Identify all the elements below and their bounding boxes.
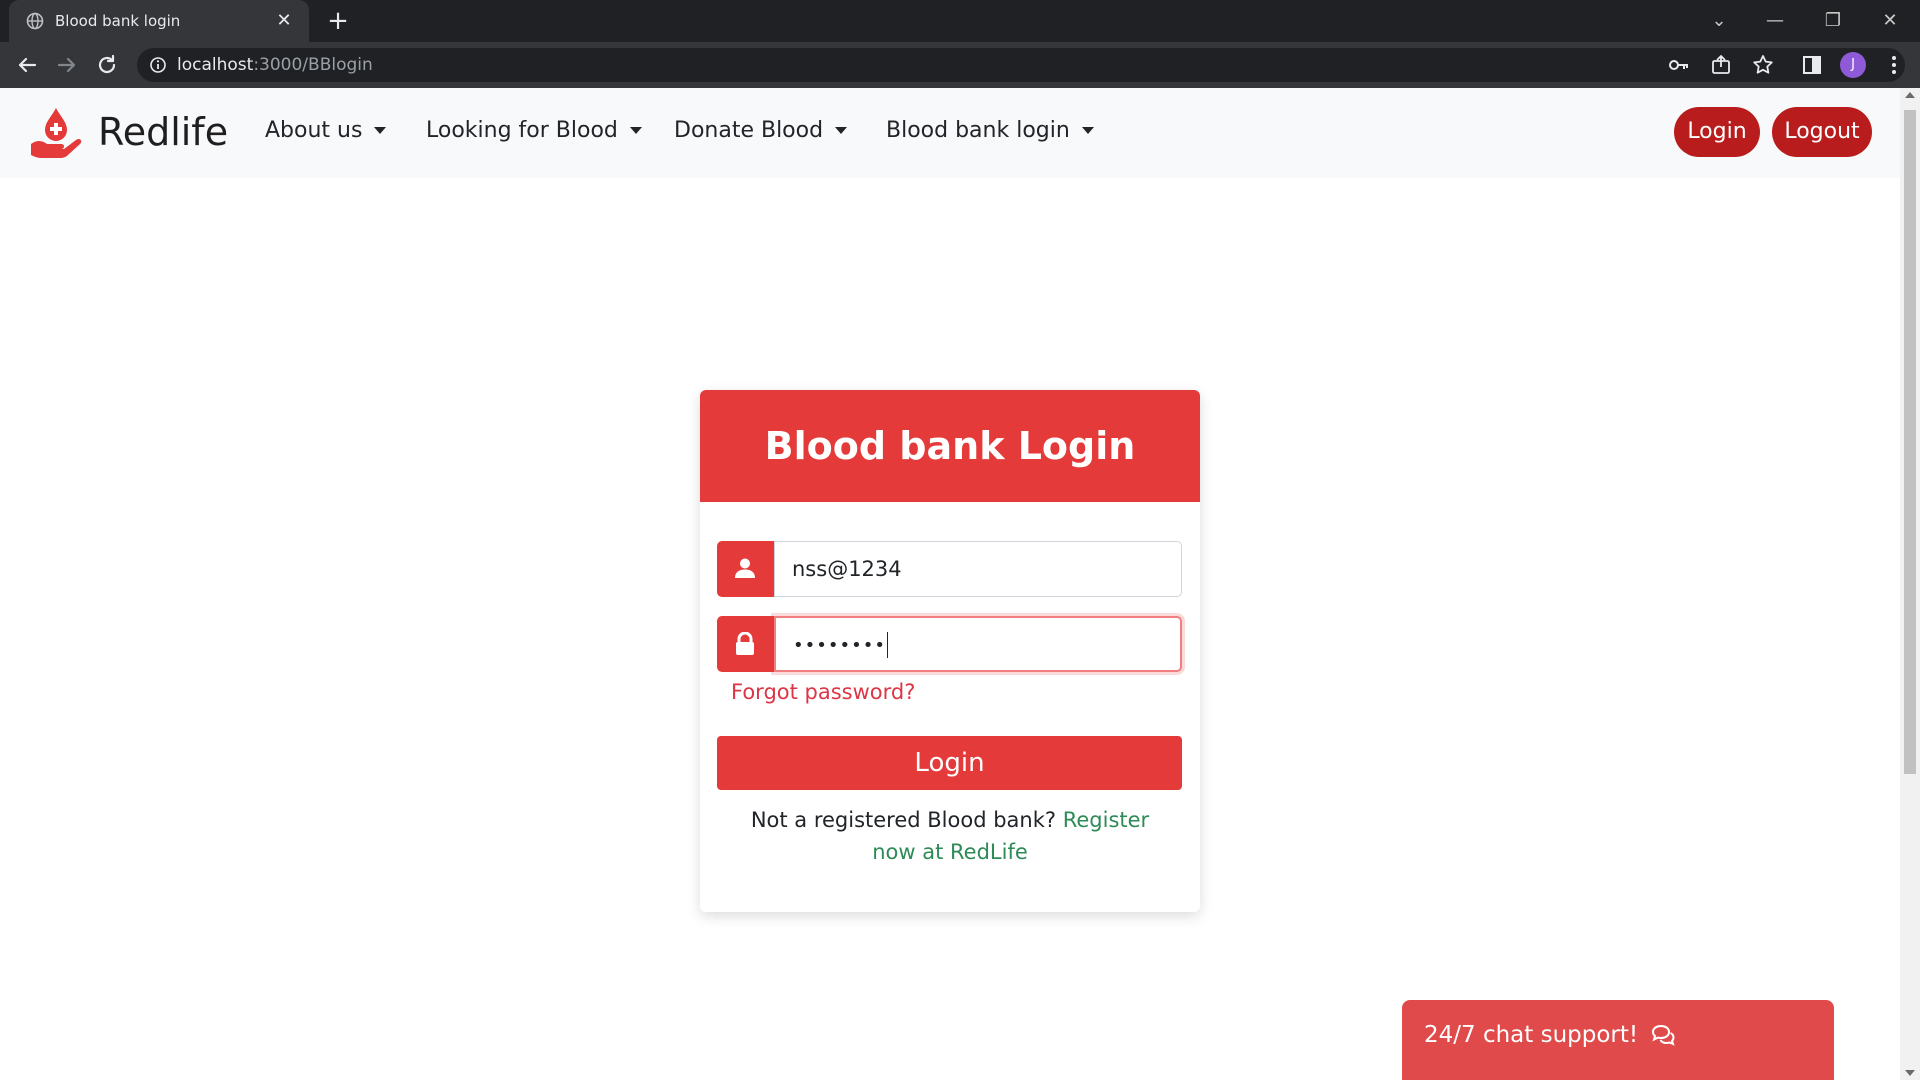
new-tab-button[interactable]: +	[324, 8, 352, 36]
side-panel-icon[interactable]	[1800, 53, 1824, 77]
nav-label: About us	[265, 118, 363, 143]
brand-link[interactable]: Redlife	[28, 104, 228, 160]
globe-icon	[26, 12, 44, 30]
username-value: nss@1234	[792, 557, 902, 581]
nav-about-us[interactable]: About us	[265, 118, 387, 143]
url-host: localhost	[177, 55, 254, 75]
brand-name: Redlife	[98, 110, 229, 154]
username-addon	[717, 541, 774, 597]
navbar-logout-button[interactable]: Logout	[1772, 107, 1872, 157]
kebab-menu-icon[interactable]	[1882, 53, 1906, 77]
password-input[interactable]: ••••••••	[774, 616, 1182, 672]
blood-drop-hand-logo-icon	[31, 108, 82, 158]
caret-down-icon	[835, 127, 848, 134]
username-input[interactable]: nss@1234	[774, 541, 1182, 597]
username-input-group: nss@1234	[717, 541, 1182, 597]
address-bar[interactable]: localhost:3000/BBlogin	[137, 48, 1905, 82]
comments-icon	[1652, 1024, 1675, 1046]
back-arrow-icon[interactable]	[13, 51, 41, 79]
chat-support-widget[interactable]: 24/7 chat support!	[1402, 1000, 1834, 1080]
register-prompt-text: Not a registered Blood bank?	[750, 808, 1063, 832]
text-cursor	[886, 632, 888, 658]
login-title: Blood bank Login	[764, 424, 1136, 468]
scroll-up-arrow-icon[interactable]	[1905, 92, 1915, 98]
site-info-icon[interactable]	[149, 56, 167, 74]
lock-icon	[736, 632, 754, 655]
password-addon	[717, 616, 774, 672]
login-submit-button[interactable]: Login	[717, 736, 1182, 790]
navbar-login-button[interactable]: Login	[1674, 107, 1760, 157]
nav-blood-bank-login[interactable]: Blood bank login	[886, 118, 1094, 143]
nav-label: Looking for Blood	[426, 118, 618, 143]
nav-label: Donate Blood	[674, 118, 824, 143]
key-icon[interactable]	[1667, 53, 1691, 77]
login-card-header: Blood bank Login	[700, 390, 1200, 502]
browser-tab-active[interactable]: Blood bank login ✕	[9, 0, 309, 42]
register-prompt: Not a registered Blood bank? Register no…	[740, 804, 1160, 868]
page-scrollbar[interactable]	[1900, 88, 1920, 1080]
login-card: Blood bank Login nss@1234 •••••••• Forgo…	[700, 390, 1200, 912]
bookmark-star-icon[interactable]	[1751, 53, 1775, 77]
site-navbar: Redlife About us Looking for Blood Donat…	[0, 88, 1900, 178]
page-viewport: Redlife About us Looking for Blood Donat…	[0, 88, 1920, 1080]
browser-tabstrip: Blood bank login ✕ + ⌄ — ❐ ✕	[0, 0, 1920, 42]
forgot-password-link[interactable]: Forgot password?	[731, 680, 915, 704]
chat-support-content: 24/7 chat support!	[1424, 1022, 1676, 1048]
browser-toolbar: localhost:3000/BBlogin J	[0, 42, 1920, 88]
forward-arrow-icon[interactable]	[53, 51, 81, 79]
nav-donate-blood[interactable]: Donate Blood	[674, 118, 848, 143]
tab-title: Blood bank login	[55, 12, 181, 30]
caret-down-icon	[629, 127, 642, 134]
profile-avatar[interactable]: J	[1840, 52, 1866, 78]
nav-label: Blood bank login	[886, 118, 1070, 143]
password-input-group: ••••••••	[717, 616, 1182, 672]
scrollbar-thumb[interactable]	[1904, 110, 1916, 774]
caret-down-icon	[374, 127, 387, 134]
share-icon[interactable]	[1709, 53, 1733, 77]
user-icon	[735, 558, 755, 578]
tab-search-chevron-icon[interactable]: ⌄	[1702, 6, 1736, 36]
password-mask: ••••••••	[793, 635, 886, 656]
url-path: :3000/BBlogin	[253, 55, 373, 75]
caret-down-icon	[1081, 127, 1094, 134]
scroll-down-arrow-icon[interactable]	[1905, 1070, 1915, 1076]
nav-looking-for-blood[interactable]: Looking for Blood	[426, 118, 642, 143]
tab-close-icon[interactable]: ✕	[273, 10, 295, 32]
close-window-button[interactable]: ✕	[1873, 6, 1907, 36]
restore-button[interactable]: ❐	[1816, 6, 1850, 36]
chat-support-label: 24/7 chat support!	[1424, 1022, 1639, 1048]
url-text: localhost:3000/BBlogin	[177, 55, 373, 75]
reload-icon[interactable]	[93, 51, 121, 79]
minimize-button[interactable]: —	[1758, 6, 1792, 36]
